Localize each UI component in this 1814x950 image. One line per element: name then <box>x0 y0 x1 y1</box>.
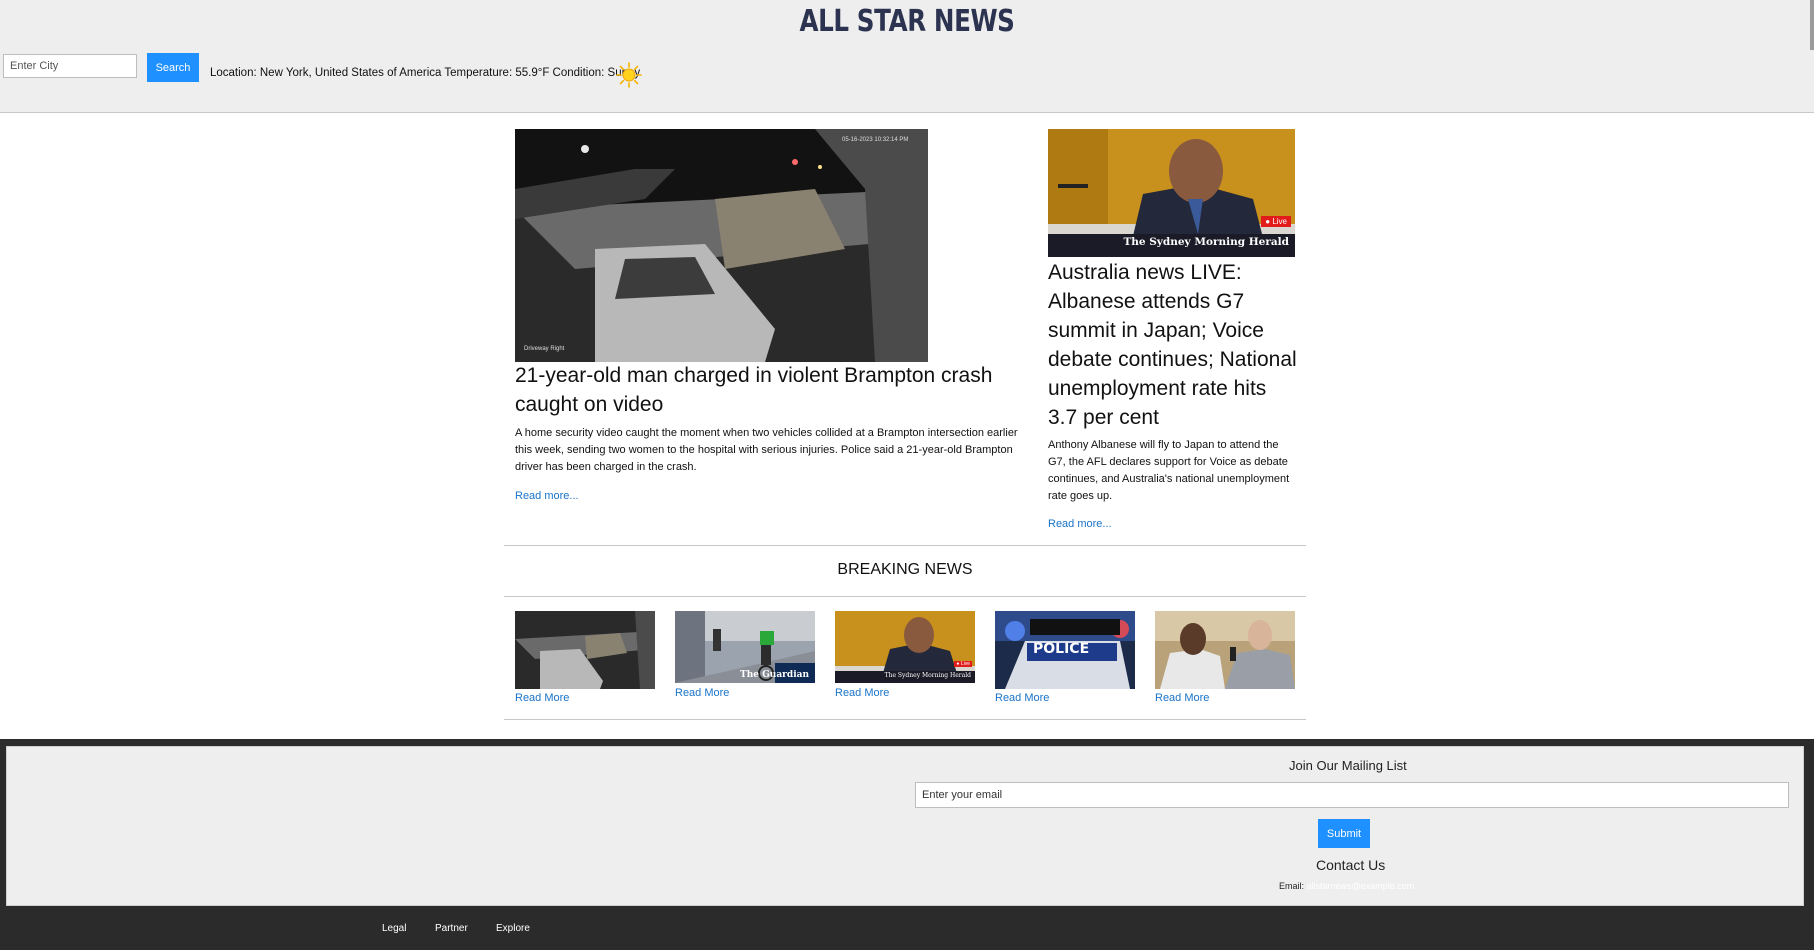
mailing-list-panel <box>6 746 1804 906</box>
divider <box>504 545 1306 546</box>
submit-button[interactable]: Submit <box>1318 819 1370 848</box>
contact-email-link[interactable]: allstarnews@example.com <box>1307 881 1415 891</box>
breaking-read-more-link[interactable]: Read More <box>835 687 889 699</box>
breaking-thumb-5[interactable] <box>1155 611 1295 689</box>
site-header: ALL STAR NEWS Search Location: New York,… <box>0 0 1814 113</box>
side-article-read-more-link[interactable]: Read more... <box>1048 518 1112 530</box>
page-scrollbar[interactable] <box>1810 0 1814 50</box>
footer-link-explore[interactable]: Explore <box>496 923 530 934</box>
breaking-thumb-1[interactable] <box>515 611 655 689</box>
email-field[interactable] <box>915 782 1789 808</box>
image-timestamp: 05-16-2023 10:32:14 PM <box>842 137 909 143</box>
divider <box>504 596 1306 597</box>
side-article-image[interactable]: ● Live The Sydney Morning Herald <box>1048 129 1295 257</box>
footer-link-legal[interactable]: Legal <box>382 923 406 934</box>
side-article-summary: Anthony Albanese will fly to Japan to at… <box>1048 439 1290 502</box>
footer-link-partner[interactable]: Partner <box>435 923 468 934</box>
mailing-list-heading: Join Our Mailing List <box>1289 758 1407 773</box>
breaking-read-more-link[interactable]: Read More <box>995 692 1049 704</box>
breaking-thumb-2[interactable]: The Guardian <box>675 611 815 683</box>
police-sign: POLICE <box>1033 641 1090 657</box>
city-search-input[interactable] <box>3 54 137 78</box>
contact-us-heading: Contact Us <box>1316 857 1386 873</box>
breaking-read-more-link[interactable]: Read More <box>1155 692 1209 704</box>
smh-logo: The Sydney Morning Herald <box>1123 236 1289 248</box>
contact-email-line: Email: allstarnews@example.com <box>1279 881 1414 891</box>
sun-icon <box>616 62 642 88</box>
weather-info: Location: New York, United States of Ame… <box>210 67 641 79</box>
image-camera-label: Driveway Right <box>524 346 565 352</box>
site-title: ALL STAR NEWS <box>799 4 1015 39</box>
main-article-image[interactable]: 05-16-2023 10:32:14 PM Driveway Right <box>515 129 928 362</box>
breaking-read-more-link[interactable]: Read More <box>515 692 569 704</box>
breaking-news-heading: BREAKING NEWS <box>837 561 973 578</box>
live-badge: ● Live <box>954 661 972 667</box>
search-button[interactable]: Search <box>147 53 199 82</box>
breaking-read-more-link[interactable]: Read More <box>675 687 729 699</box>
guardian-logo: The Guardian <box>740 670 809 680</box>
divider <box>504 719 1306 720</box>
breaking-thumb-4[interactable]: POLICE <box>995 611 1135 689</box>
live-badge: ● Live <box>1261 216 1291 227</box>
smh-logo: The Sydney Morning Herald <box>884 672 971 679</box>
contact-email-label: Email: <box>1279 881 1305 891</box>
main-article-summary: A home security video caught the moment … <box>515 427 1018 473</box>
side-article-title[interactable]: Australia news LIVE: Albanese attends G7… <box>1048 258 1298 432</box>
breaking-thumb-3[interactable]: ● Live The Sydney Morning Herald <box>835 611 975 683</box>
main-article-read-more-link[interactable]: Read more... <box>515 490 579 502</box>
main-article-title[interactable]: 21-year-old man charged in violent Bramp… <box>515 361 1015 419</box>
